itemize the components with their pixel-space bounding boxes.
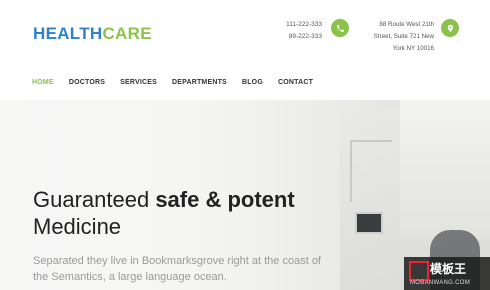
phone-number-2: 89-222-333 [288, 33, 322, 40]
headline-bold: safe & potent [155, 187, 295, 212]
nav-departments[interactable]: DEPARTMENTS [172, 79, 227, 86]
nav-blog[interactable]: BLOG [242, 79, 263, 86]
hero-lead-text: Separated they live in Bookmarksgrove ri… [33, 255, 321, 283]
address: 88 Route West 21th Street, Suite 721 New… [362, 19, 434, 55]
logo-care: CARE [102, 24, 152, 43]
headline-line2: Medicine [33, 214, 122, 239]
address-line-1: 88 Route West 21th [379, 21, 434, 28]
clinic-window [400, 100, 490, 240]
phone-number-1: 111-222-333 [286, 21, 322, 28]
nav-doctors[interactable]: DOCTORS [69, 79, 105, 86]
nav-contact[interactable]: CONTACT [278, 79, 313, 86]
watermark-logo-icon [409, 261, 429, 281]
nav-home[interactable]: HOME [32, 79, 54, 86]
nav-services[interactable]: SERVICES [120, 79, 157, 86]
address-line-2: Street, Suite 721 New [373, 33, 434, 40]
phone-icon [331, 19, 349, 37]
dental-monitor [355, 212, 383, 234]
map-marker-icon [441, 19, 459, 37]
dental-lamp [350, 140, 392, 202]
watermark-title: 模板王 [430, 262, 467, 276]
address-line-3: York NY 10016 [392, 45, 434, 52]
watermark: 模板王 MOBANWANG.COM [404, 257, 490, 290]
phone-numbers: 111-222-333 89-222-333 [276, 19, 322, 43]
watermark-url: MOBANWANG.COM [410, 280, 471, 286]
logo-health: HEALTH [33, 24, 103, 43]
hero-headline: Guaranteed safe & potent Medicine [33, 186, 295, 240]
main-nav: HOME DOCTORS SERVICES DEPARTMENTS BLOG C… [32, 79, 328, 86]
site-logo[interactable]: HEALTHCARE [33, 24, 152, 44]
headline-normal: Guaranteed [33, 187, 156, 212]
